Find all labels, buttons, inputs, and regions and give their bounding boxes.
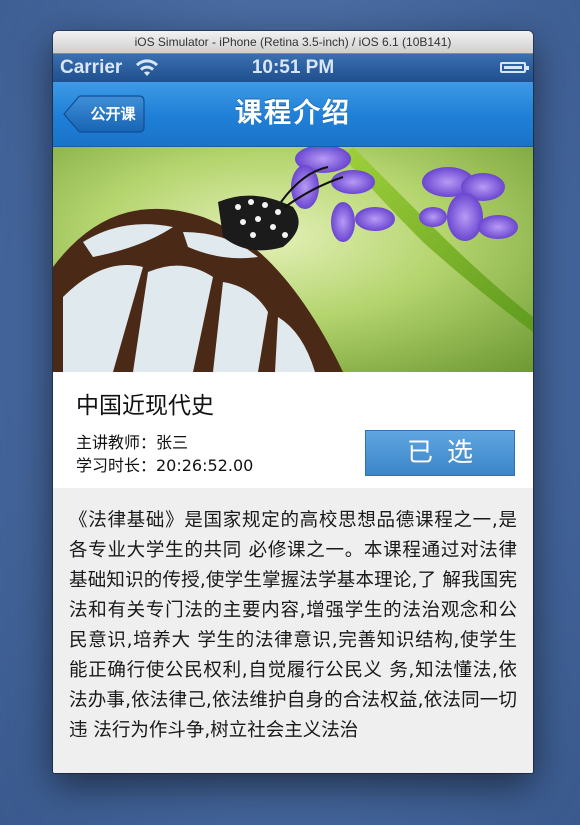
course-description[interactable]: 《法律基础》是国家规定的高校思想品德课程之一,是各专业大学生的共同 必修课之一。… — [53, 488, 533, 773]
teacher-label: 主讲教师：张三 — [76, 433, 189, 452]
selected-button[interactable]: 已选 — [365, 430, 515, 476]
course-cover-image — [53, 147, 533, 372]
page-title: 课程介绍 — [235, 98, 351, 129]
course-name: 中国近现代史 — [76, 393, 214, 419]
navigation-bar: 公开课 课程介绍 — [53, 82, 533, 147]
battery-icon — [500, 62, 529, 73]
window-title: iOS Simulator - iPhone (Retina 3.5-inch)… — [53, 31, 533, 54]
course-info-panel: 中国近现代史 主讲教师：张三 学习时长：20:26:52.00 已选 — [53, 372, 533, 488]
duration-label: 学习时长：20:26:52.00 — [76, 456, 254, 475]
status-time: 10:51 PM — [251, 57, 335, 78]
status-bar: Carrier 10:51 PM — [53, 54, 533, 82]
simulator-window: iOS Simulator - iPhone (Retina 3.5-inch)… — [53, 31, 533, 773]
description-text: 《法律基础》是国家规定的高校思想品德课程之一,是各专业大学生的共同 必修课之一。… — [69, 510, 517, 741]
